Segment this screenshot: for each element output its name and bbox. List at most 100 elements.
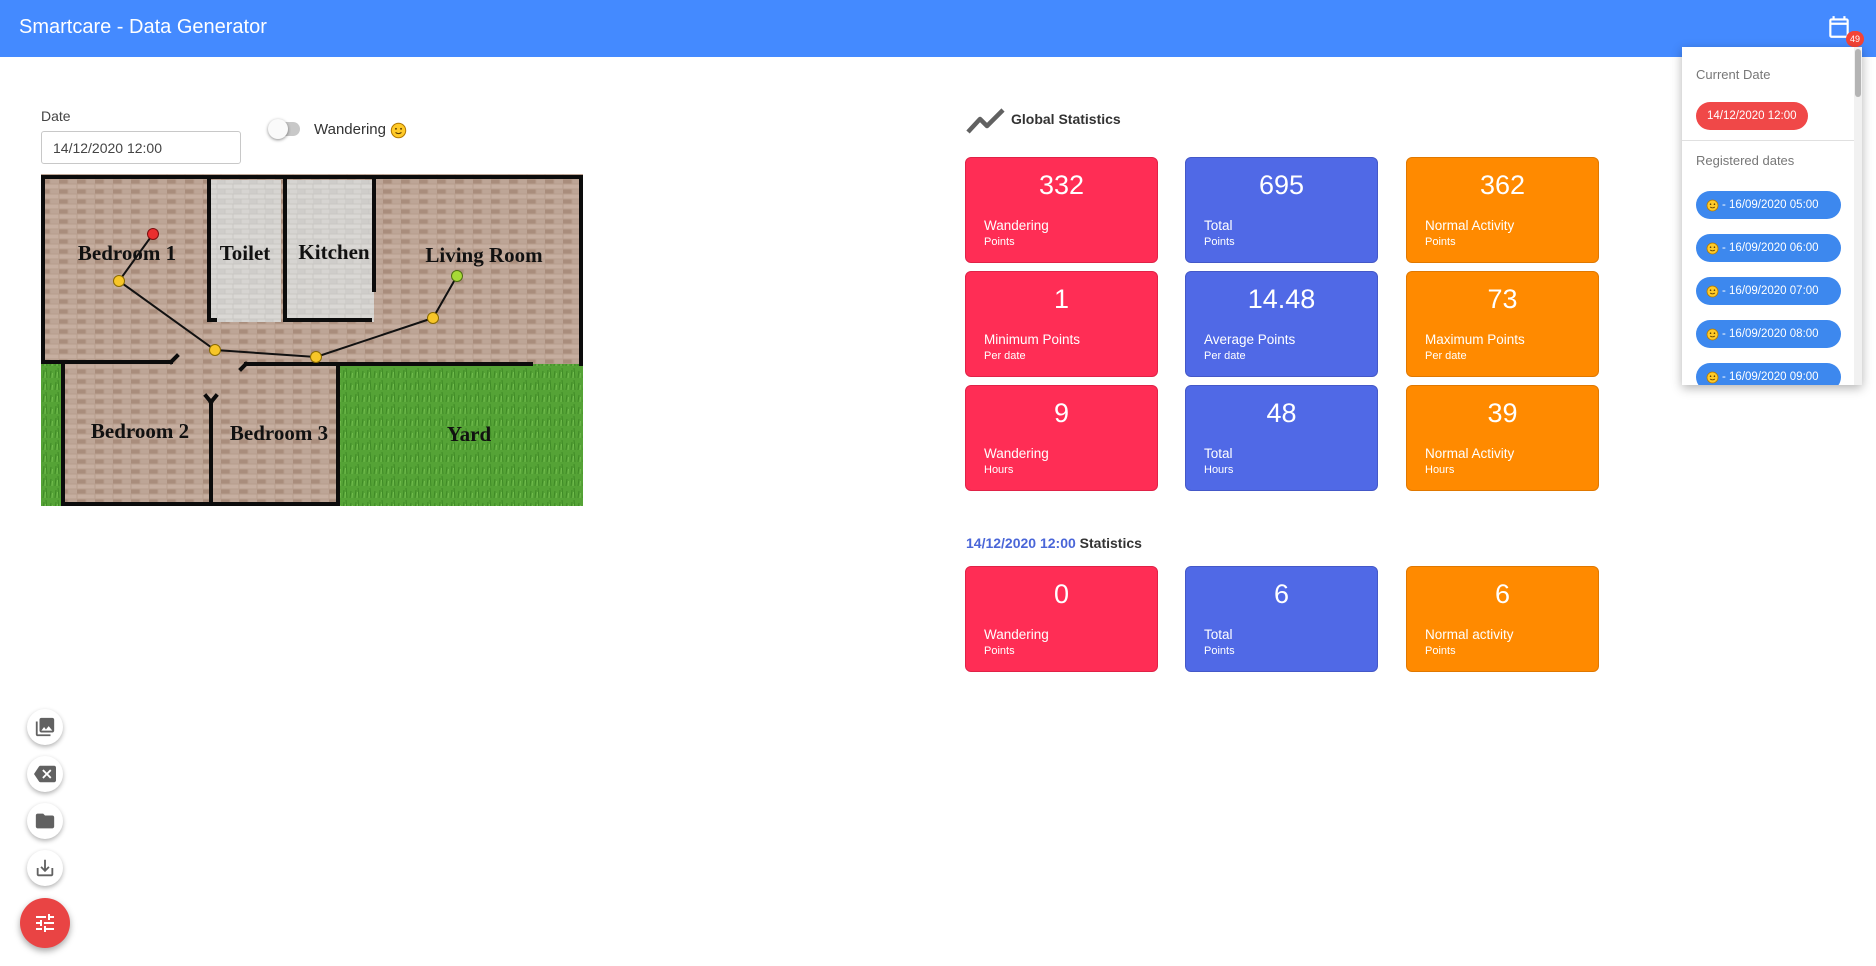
stat-value: 48 xyxy=(1266,398,1297,428)
stat-card-minimum-points: 1 Minimum Points Per date xyxy=(965,271,1158,377)
date-stat-card-normal-activity: 6 Normal activity Points xyxy=(1406,566,1599,672)
registered-date-chip[interactable]: - 16/09/2020 09:00 xyxy=(1696,363,1841,385)
stat-label: Maximum Points xyxy=(1425,332,1525,347)
toggle-knob xyxy=(268,119,288,139)
notification-badge: 49 xyxy=(1846,31,1864,47)
registered-date-chip[interactable]: - 16/09/2020 07:00 xyxy=(1696,277,1841,305)
point-marker[interactable] xyxy=(209,344,221,356)
smile-face-icon xyxy=(1706,371,1719,383)
smile-face-icon xyxy=(390,122,407,138)
date-stat-card-wandering: 0 Wandering Points xyxy=(965,566,1158,672)
room-label-bedroom-3: Bedroom 3 xyxy=(230,421,328,445)
app-header: Smartcare - Data Generator 49 xyxy=(0,0,1876,57)
image-icon xyxy=(35,717,55,737)
stat-card-maximum-points: 73 Maximum Points Per date xyxy=(1406,271,1599,377)
stat-sublabel: Points xyxy=(1204,236,1235,248)
stat-sublabel: Points xyxy=(1204,645,1235,657)
backspace-icon xyxy=(34,765,56,783)
current-date-heading: Current Date xyxy=(1696,67,1771,82)
stat-sublabel: Per date xyxy=(1204,350,1246,362)
date-input[interactable] xyxy=(41,131,241,164)
folder-button[interactable] xyxy=(27,803,63,839)
point-marker-start[interactable] xyxy=(147,228,159,240)
folder-icon xyxy=(35,813,55,829)
clear-button[interactable] xyxy=(27,756,63,792)
smile-face-icon xyxy=(1706,285,1719,297)
registered-date-text: - 16/09/2020 05:00 xyxy=(1722,199,1819,211)
stat-card-average-points: 14.48 Average Points Per date xyxy=(1185,271,1378,377)
image-button[interactable] xyxy=(27,709,63,745)
current-date-chip[interactable]: 14/12/2020 12:00 xyxy=(1696,102,1808,130)
stat-value: 39 xyxy=(1487,398,1518,428)
room-label-bedroom-1: Bedroom 1 xyxy=(78,241,176,265)
room-label-kitchen: Kitchen xyxy=(298,240,369,264)
stat-label: Normal Activity xyxy=(1425,218,1515,233)
stat-label: Total xyxy=(1204,446,1233,461)
tune-icon xyxy=(36,914,54,932)
stat-sublabel: Hours xyxy=(1425,464,1455,476)
point-marker-end[interactable] xyxy=(451,270,463,282)
smile-face-icon xyxy=(1706,242,1719,254)
stat-value: 0 xyxy=(1053,579,1070,609)
stat-value: 695 xyxy=(1258,170,1305,200)
room-label-bedroom-2: Bedroom 2 xyxy=(91,419,189,443)
stat-value: 14.48 xyxy=(1247,284,1316,314)
stat-sublabel: Points xyxy=(1425,645,1456,657)
registered-date-chip[interactable]: - 16/09/2020 08:00 xyxy=(1696,320,1841,348)
registered-date-text: - 16/09/2020 09:00 xyxy=(1722,371,1819,383)
date-statistics-label: Statistics xyxy=(1079,535,1142,551)
point-marker[interactable] xyxy=(427,312,439,324)
stat-sublabel: Points xyxy=(984,236,1015,248)
wandering-label-text: Wandering xyxy=(314,121,386,138)
room-label-toilet: Toilet xyxy=(220,241,271,265)
stat-sublabel: Per date xyxy=(984,350,1026,362)
panel-scrollbar[interactable] xyxy=(1854,47,1862,385)
point-marker[interactable] xyxy=(113,275,125,287)
stat-card-wandering-hours: 9 Wandering Hours xyxy=(965,385,1158,491)
scrollbar-thumb[interactable] xyxy=(1855,49,1861,97)
app-title: Smartcare - Data Generator xyxy=(19,16,267,38)
stat-label: Normal activity xyxy=(1425,627,1514,642)
stat-value: 1 xyxy=(1053,284,1070,314)
stat-label: Wandering xyxy=(984,446,1049,461)
registered-date-text: - 16/09/2020 07:00 xyxy=(1722,285,1819,297)
stat-value: 362 xyxy=(1479,170,1526,200)
stat-card-normal-activity-points: 362 Normal Activity Points xyxy=(1406,157,1599,263)
stat-sublabel: Hours xyxy=(984,464,1014,476)
stat-label: Total xyxy=(1204,627,1233,642)
stat-label: Wandering xyxy=(984,218,1049,233)
stat-label: Average Points xyxy=(1204,332,1296,347)
wandering-label: Wandering xyxy=(314,121,407,139)
stat-value: 73 xyxy=(1487,284,1518,314)
settings-fab-button[interactable] xyxy=(20,898,70,948)
registered-date-chip[interactable]: - 16/09/2020 05:00 xyxy=(1696,191,1841,219)
registered-dates-heading: Registered dates xyxy=(1696,153,1795,168)
registered-dates-list: - 16/09/2020 05:00 - 16/09/2020 06:00 - … xyxy=(1696,191,1846,385)
wandering-toggle[interactable] xyxy=(268,119,300,139)
download-button[interactable] xyxy=(27,850,63,886)
stat-value: 332 xyxy=(1038,170,1085,200)
registered-date-text: - 16/09/2020 08:00 xyxy=(1722,328,1819,340)
smile-face-icon xyxy=(1706,328,1719,340)
room-label-yard: Yard xyxy=(447,422,492,446)
stat-value: 9 xyxy=(1053,398,1070,428)
stat-sublabel: Per date xyxy=(1425,350,1467,362)
stat-value: 6 xyxy=(1494,579,1511,609)
registered-date-chip[interactable]: - 16/09/2020 06:00 xyxy=(1696,234,1841,262)
stat-card-wandering-points: 332 Wandering Points xyxy=(965,157,1158,263)
stat-card-normal-activity-hours: 39 Normal Activity Hours xyxy=(1406,385,1599,491)
registered-date-text: - 16/09/2020 06:00 xyxy=(1722,242,1819,254)
point-marker[interactable] xyxy=(310,351,322,363)
trending-up-icon xyxy=(966,108,1005,134)
date-statistics-date: 14/12/2020 12:00 xyxy=(966,535,1076,551)
download-icon xyxy=(36,859,54,877)
stat-sublabel: Points xyxy=(984,645,1015,657)
stat-label: Total xyxy=(1204,218,1233,233)
stat-sublabel: Hours xyxy=(1204,464,1234,476)
stat-value: 6 xyxy=(1273,579,1290,609)
floor-plan[interactable]: Bedroom 1 Toilet Kitchen Living Room Bed… xyxy=(41,174,583,506)
panel-divider xyxy=(1682,140,1854,141)
date-statistics-title: 14/12/2020 12:00 Statistics xyxy=(966,535,1142,551)
stat-card-total-hours: 48 Total Hours xyxy=(1185,385,1378,491)
stat-card-total-points: 695 Total Points xyxy=(1185,157,1378,263)
